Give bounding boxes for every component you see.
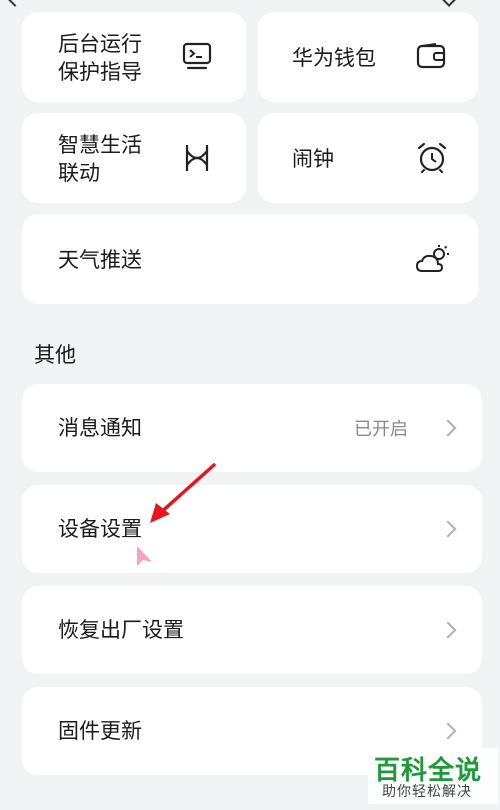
tile-label: 天气推送	[58, 248, 142, 272]
smart-link-icon	[184, 143, 210, 173]
tile-alarm[interactable]: 闹钟	[258, 113, 478, 203]
list-item-device-settings[interactable]: 设备设置	[22, 485, 482, 573]
tile-label: 华为钱包	[292, 46, 376, 70]
section-title-other: 其他	[34, 343, 76, 367]
chevron-right-icon	[439, 520, 457, 538]
list-item-message-notification[interactable]: 消息通知 已开启	[22, 384, 482, 472]
wallet-icon	[416, 42, 446, 70]
back-chevron-icon[interactable]	[5, 0, 25, 7]
chevron-right-icon	[439, 621, 457, 639]
tile-label-line2: 保护指导	[58, 60, 142, 84]
tile-smart-life-link[interactable]: 智慧生活 联动	[22, 113, 246, 203]
list-item-label: 设备设置	[58, 517, 142, 541]
tile-background-protection[interactable]: 后台运行 保护指导	[22, 12, 246, 102]
chevron-right-icon	[439, 419, 457, 437]
tile-label-line1: 智慧生活	[58, 133, 142, 157]
watermark: 百科全说 助你轻松解决	[368, 748, 498, 804]
list-item-label: 消息通知	[58, 416, 142, 440]
weather-cloud-sun-icon	[416, 244, 450, 274]
tile-label: 闹钟	[292, 147, 334, 171]
chevron-right-icon	[439, 722, 457, 740]
tile-huawei-wallet[interactable]: 华为钱包	[258, 12, 478, 102]
list-item-label: 固件更新	[58, 719, 142, 743]
alarm-clock-icon	[416, 141, 448, 173]
tile-label-line1: 后台运行	[58, 32, 142, 56]
list-item-label: 恢复出厂设置	[58, 618, 184, 642]
tile-weather-push[interactable]: 天气推送	[22, 214, 478, 304]
list-item-factory-reset[interactable]: 恢复出厂设置	[22, 586, 482, 674]
watermark-sub: 助你轻松解决	[382, 784, 472, 800]
tile-label-line2: 联动	[58, 161, 100, 185]
status-text: 已开启	[354, 419, 408, 440]
dropdown-chevron-icon[interactable]	[439, 0, 459, 7]
terminal-icon	[182, 42, 212, 70]
